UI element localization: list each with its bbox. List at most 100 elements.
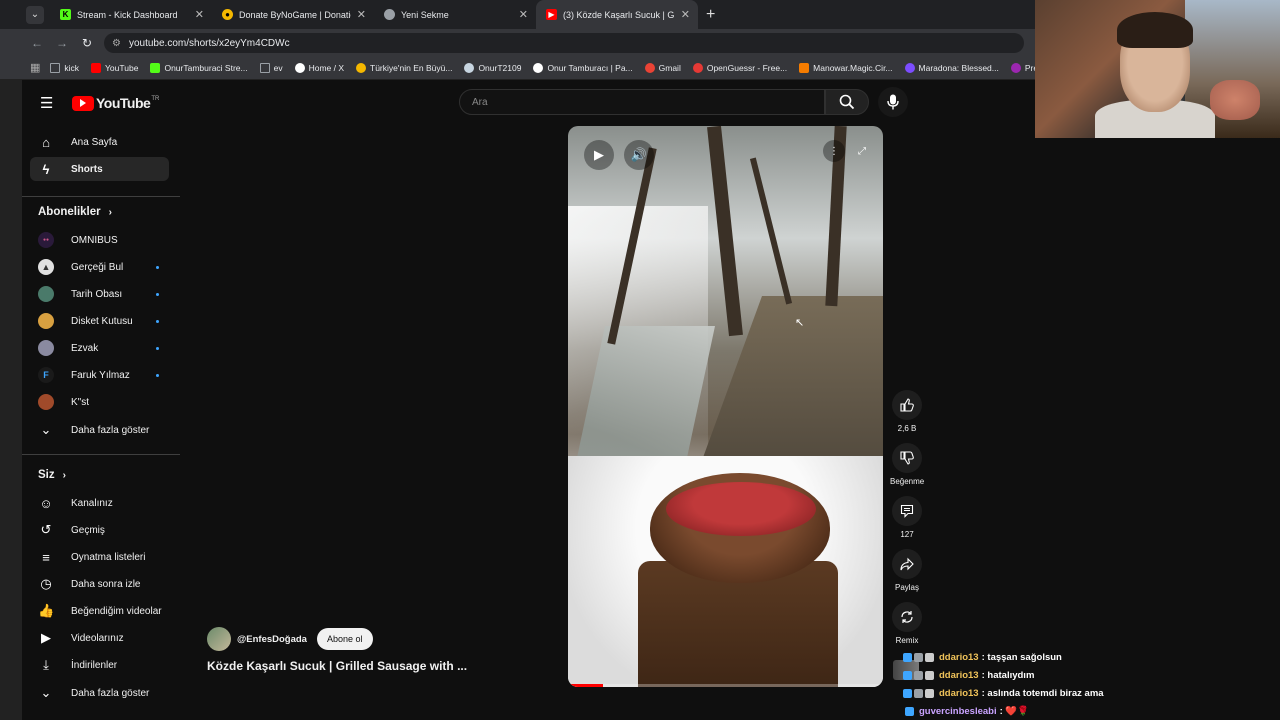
sidebar-item-label: Ana Sayfa <box>71 136 118 148</box>
share-button[interactable]: Paylaş <box>890 549 924 592</box>
bookmark-label: Türkiye'nin En Büyü... <box>370 62 453 73</box>
shorts-icon: ϟ <box>42 161 50 177</box>
new-content-dot <box>156 319 159 323</box>
tab-search-button[interactable]: ⌄ <box>26 5 44 24</box>
tab-title: Donate ByNoGame | Donations <box>239 9 351 20</box>
sidebar-item-home[interactable]: ⌂ Ana Sayfa <box>30 130 169 154</box>
sidebar-item-disket-kutusu[interactable]: Disket Kutusu <box>30 309 169 333</box>
remix-button[interactable]: Remix <box>890 602 924 645</box>
channel-avatar: ●● <box>38 232 54 248</box>
manowar-icon <box>799 62 810 73</box>
chevron-right-icon: › <box>108 206 112 218</box>
channel-handle[interactable]: @EnfesDoğada <box>237 634 307 645</box>
clock-icon: ◷ <box>40 576 52 591</box>
fullscreen-button[interactable]: ⤢ <box>851 140 873 162</box>
sidebar-item-your-videos[interactable]: ▶ Videolarınız <box>30 626 169 650</box>
channel-avatar[interactable] <box>207 627 231 651</box>
dislike-label: Beğenme <box>890 477 925 486</box>
browser-tab-active[interactable]: ▶ (3) Közde Kaşarlı Sucuk | Grilled ✕ <box>536 0 698 29</box>
region-code: TR <box>151 96 160 102</box>
sidebar-item-playlists[interactable]: ≡ Oynatma listeleri <box>30 545 169 569</box>
bookmark-item[interactable]: Home / X <box>294 62 344 73</box>
comments-button[interactable]: 127 <box>890 496 924 539</box>
like-button[interactable]: 2,6 B <box>890 390 924 433</box>
show-more-you[interactable]: ⌄ Daha fazla göster <box>30 681 169 705</box>
bookmark-item[interactable]: Gmail <box>644 62 681 73</box>
sidebar-item-label: İndirilenler <box>71 659 118 671</box>
bookmark-item[interactable]: ev <box>259 62 283 73</box>
download-icon: ⤓ <box>43 657 49 672</box>
chat-message: ddario13: taşşan sağolsun <box>893 648 1280 666</box>
mouse-cursor-icon: ↖ <box>795 317 805 329</box>
bookmark-item[interactable]: OnurT2109 <box>464 62 521 73</box>
browser-tab[interactable]: ● Donate ByNoGame | Donations ✕ <box>212 0 374 29</box>
subscriptions-heading[interactable]: Abonelikler › <box>38 206 112 218</box>
chat-badges <box>905 706 914 716</box>
chat-username[interactable]: ddario13 <box>939 688 979 699</box>
back-icon[interactable]: ← <box>28 36 46 50</box>
forward-icon[interactable]: → <box>53 36 71 50</box>
sidebar-item-watch-later[interactable]: ◷ Daha sonra izle <box>30 572 169 596</box>
stream-chat-overlay: ddario13: taşşan sağolsun ddario13: hatal… <box>893 648 1280 720</box>
bookmark-item[interactable]: kick <box>50 62 79 73</box>
menu-icon[interactable]: ☰ <box>40 94 56 112</box>
dislike-button[interactable]: Beğenme <box>890 443 924 486</box>
sidebar-item-ezvak[interactable]: Ezvak <box>30 336 169 360</box>
subscribe-button[interactable]: Abone ol <box>316 628 373 650</box>
bookmark-item[interactable]: Manowar.Magic.Cir... <box>799 62 893 73</box>
sidebar-item-omnibus[interactable]: ●● OMNIBUS <box>30 228 169 252</box>
sidebar-item-shorts[interactable]: ϟ Shorts <box>30 157 169 181</box>
bookmark-item[interactable]: Onur Tamburacı | Pa... <box>533 62 633 73</box>
play-button[interactable]: ▶ <box>584 140 614 170</box>
sidebar-item-your-channel[interactable]: ☺ Kanalınız <box>30 491 169 515</box>
badge-icon <box>914 652 923 662</box>
sidebar-item-liked-videos[interactable]: 👍 Beğendiğim videolar <box>30 599 169 623</box>
chat-username[interactable]: ddario13 <box>939 670 979 681</box>
close-tab-icon[interactable]: ✕ <box>195 8 204 21</box>
video-progress-bar[interactable] <box>568 684 883 687</box>
volume-button[interactable]: 🔊 <box>624 140 654 170</box>
youtube-icon <box>91 62 102 73</box>
voice-search-button[interactable] <box>878 87 908 117</box>
history-icon: ↺ <box>40 522 52 537</box>
search-button[interactable] <box>825 89 869 115</box>
bookmark-item[interactable]: YouTube <box>91 62 138 73</box>
search-input[interactable]: Ara <box>459 89 825 115</box>
site-info-icon[interactable]: ⚙ <box>112 38 121 49</box>
more-vert-icon: ⋮ <box>829 145 839 157</box>
close-tab-icon[interactable]: ✕ <box>681 8 690 21</box>
badge-icon <box>914 670 923 680</box>
sidebar-item-faruk-yilmaz[interactable]: F Faruk Yılmaz <box>30 363 169 387</box>
more-options-button[interactable]: ⋮ <box>823 140 845 162</box>
bookmark-item[interactable]: Maradona: Blessed... <box>904 62 999 73</box>
close-tab-icon[interactable]: ✕ <box>519 8 528 21</box>
bookmark-item[interactable]: OpenGuessr - Free... <box>692 62 787 73</box>
search-placeholder: Ara <box>472 96 488 108</box>
youtube-logo[interactable]: YouTube TR <box>72 95 159 111</box>
sidebar-item-gercegi-bul[interactable]: ▲ Gerçeği Bul <box>30 255 169 279</box>
browser-tab[interactable]: K Stream - Kick Dashboard ✕ <box>50 0 212 29</box>
browser-tab[interactable]: Yeni Sekme ✕ <box>374 0 536 29</box>
bookmark-item[interactable]: OnurTamburaci Stre... <box>150 62 248 73</box>
bookmark-item[interactable]: Türkiye'nin En Büyü... <box>356 62 453 73</box>
sidebar-item-label: Gerçeği Bul <box>71 261 124 273</box>
remix-icon <box>901 611 913 623</box>
sidebar-item-tarih-obasi[interactable]: Tarih Obası <box>30 282 169 306</box>
chat-username[interactable]: ddario13 <box>939 652 979 663</box>
video-scene <box>707 126 743 337</box>
sidebar-item-kst[interactable]: K"st <box>30 390 169 414</box>
sidebar-item-history[interactable]: ↺ Geçmiş <box>30 518 169 542</box>
url-bar[interactable]: ⚙ youtube.com/shorts/x2eyYm4CDWc <box>104 33 1024 53</box>
short-title[interactable]: Közde Kaşarlı Sucuk | Grilled Sausage wi… <box>207 659 467 673</box>
apps-grid-icon[interactable]: ▦ <box>30 61 40 74</box>
you-heading[interactable]: Siz › <box>38 469 66 481</box>
left-edge-panel <box>0 80 22 720</box>
chat-username[interactable]: guvercinbesleabi <box>919 706 997 717</box>
reload-icon[interactable]: ↻ <box>78 36 96 50</box>
shorts-video-player[interactable]: ▶ 🔊 ⋮ ⤢ <box>568 126 883 687</box>
close-tab-icon[interactable]: ✕ <box>357 8 366 21</box>
sidebar-item-downloads[interactable]: ⤓ İndirilenler <box>30 653 169 677</box>
thumb-down-icon <box>900 451 914 465</box>
new-tab-icon[interactable]: + <box>706 6 715 24</box>
show-more-subscriptions[interactable]: ⌄ Daha fazla göster <box>30 418 169 442</box>
